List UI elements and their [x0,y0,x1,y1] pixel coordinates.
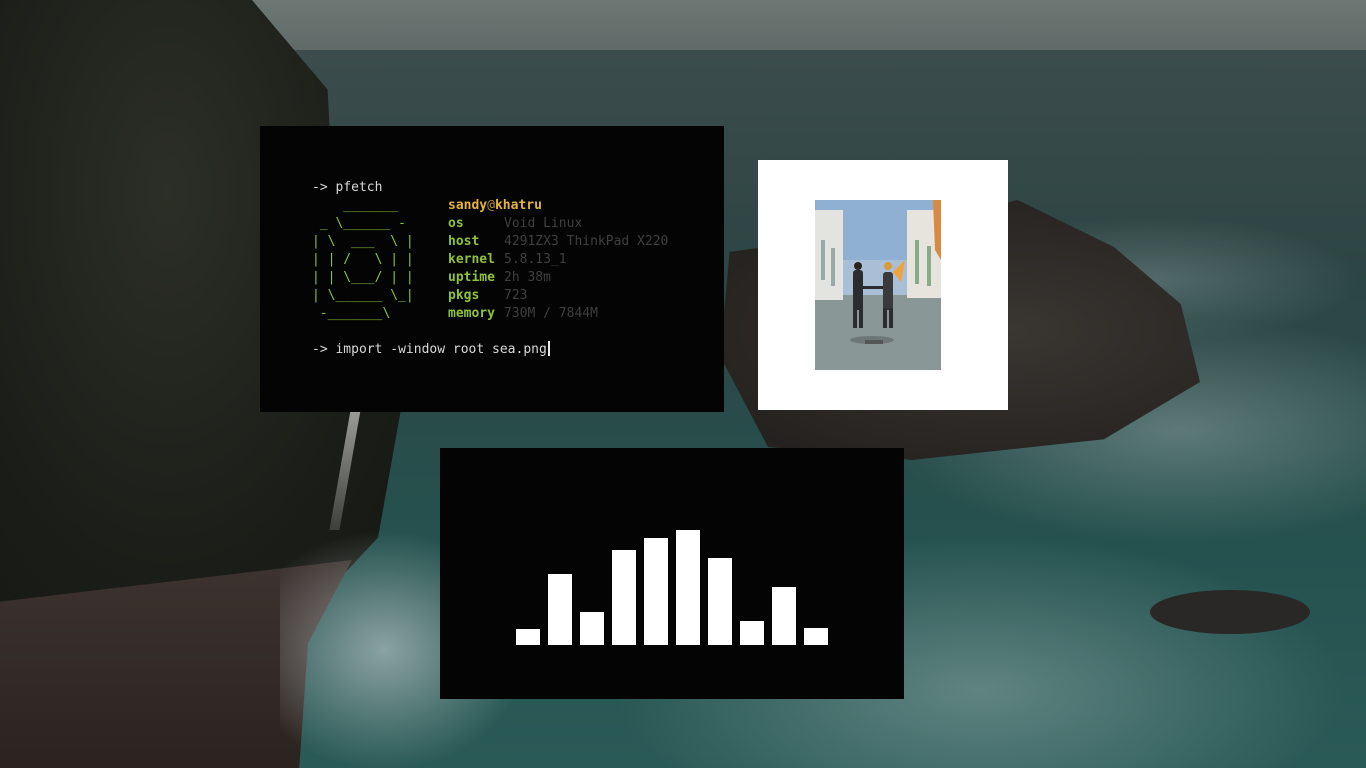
username: sandy [448,198,488,213]
info-value: 5.8.13_1 [504,252,567,267]
visualizer-bar [772,587,796,645]
album-art-widget[interactable] [758,160,1008,410]
info-key: kernel [448,252,495,267]
info-key: memory [448,306,495,321]
info-key: host [448,234,480,249]
visualizer-bar [644,538,668,645]
visualizer-bar [580,612,604,645]
prompt-symbol: -> [312,180,328,195]
visualizer-bar [676,530,700,645]
album-cover-illustration [815,200,941,370]
info-key: os [448,216,464,231]
info-value: 4291ZX3 ThinkPad X220 [504,234,669,249]
info-row-pkgs: pkgs 723 [448,287,668,305]
info-value: 730M / 7844M [504,306,598,321]
info-value: Void Linux [504,216,583,231]
hostname: khatru [494,198,542,213]
command-input[interactable]: import -window root sea.png [335,342,546,357]
visualizer-bar [740,621,764,645]
command-text: pfetch [335,180,383,195]
wallpaper-rock-small [1150,590,1310,634]
visualizer-bar [548,574,572,645]
info-row-host: host 4291ZX3 ThinkPad X220 [448,233,668,251]
visualizer-bar [708,558,732,645]
visualizer-bar [516,629,540,645]
system-info-list: sandy@khatru os Void Linux host 4291ZX3 Th… [448,197,668,323]
visualizer-bars [516,530,828,645]
info-key: pkgs [448,288,480,303]
terminal-prompt-line: -> pfetch [312,179,382,197]
info-value: 2h 38m [504,270,551,285]
info-row-os: os Void Linux [448,215,668,233]
distro-ascii-logo: _______ _ \______ - | \ ___ \ | | | / \ … [312,198,414,321]
prompt-symbol: -> [312,342,328,357]
at-sign: @ [487,198,495,213]
visualizer-bar [804,628,828,645]
info-key: uptime [448,270,495,285]
terminal-input-line[interactable]: -> import -window root sea.png [312,341,550,359]
visualizer-bar [612,550,636,645]
terminal-window[interactable]: -> pfetch _______ _ \______ - | \ ___ \ … [260,126,724,412]
text-cursor [547,341,550,356]
audio-visualizer [440,448,904,699]
user-host-line: sandy@khatru [448,197,668,215]
info-value: 723 [504,288,528,303]
info-row-uptime: uptime 2h 38m [448,269,668,287]
album-cover-image [815,200,941,370]
info-row-kernel: kernel 5.8.13_1 [448,251,668,269]
info-row-memory: memory 730M / 7844M [448,305,668,323]
